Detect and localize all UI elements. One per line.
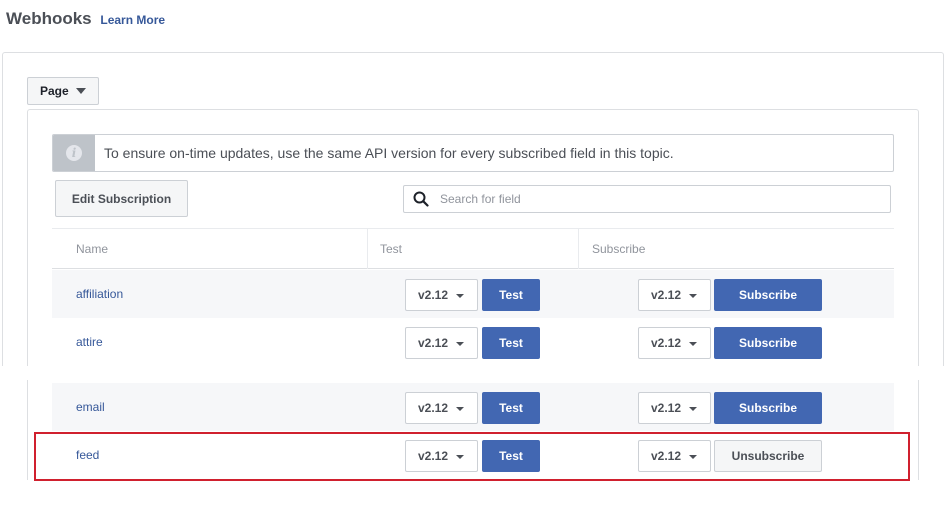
caret-down-icon <box>75 88 86 94</box>
subscribe-version-dropdown[interactable]: v2.12 <box>638 279 711 311</box>
learn-more-link[interactable]: Learn More <box>100 13 165 27</box>
subscribe-button[interactable]: Subscribe <box>714 392 822 424</box>
topic-dropdown[interactable]: Page <box>27 77 99 105</box>
subscribe-version-value: v2.12 <box>651 401 682 415</box>
search-input[interactable] <box>438 192 878 206</box>
column-header-subscribe: Subscribe <box>592 242 646 256</box>
column-header-test: Test <box>380 242 403 256</box>
test-version-dropdown[interactable]: v2.12 <box>405 392 478 424</box>
subscribe-version-dropdown[interactable]: v2.12 <box>638 392 711 424</box>
table-row: attire v2.12 Test v2.12 Subscribe <box>52 318 894 366</box>
field-name-link[interactable]: email <box>76 383 105 431</box>
page-header: Webhooks Learn More <box>6 9 165 29</box>
field-name-link[interactable]: affiliation <box>76 270 123 318</box>
caret-down-icon <box>689 293 698 298</box>
page-title: Webhooks <box>6 9 92 28</box>
topic-dropdown-value: Page <box>40 84 69 98</box>
panel-border <box>27 380 28 480</box>
caret-down-icon <box>689 406 698 411</box>
column-divider <box>367 229 368 269</box>
test-version-value: v2.12 <box>418 336 449 350</box>
table-row: affiliation v2.12 Test v2.12 Subscribe <box>52 270 894 318</box>
version-notice: i To ensure on-time updates, use the sam… <box>52 134 894 172</box>
subscribe-version-dropdown[interactable]: v2.12 <box>638 327 711 359</box>
notice-text: To ensure on-time updates, use the same … <box>104 145 674 161</box>
panel-border <box>918 380 919 480</box>
highlight-outline <box>34 432 910 481</box>
subscribe-version-value: v2.12 <box>651 336 682 350</box>
test-button[interactable]: Test <box>482 392 540 424</box>
caret-down-icon <box>456 406 465 411</box>
test-button[interactable]: Test <box>482 279 540 311</box>
test-version-dropdown[interactable]: v2.12 <box>405 327 478 359</box>
search-icon <box>404 186 438 212</box>
column-divider <box>578 229 579 269</box>
field-search[interactable] <box>403 185 891 213</box>
table-header: Name Test Subscribe <box>52 228 894 269</box>
info-icon: i <box>66 145 82 161</box>
column-header-name: Name <box>76 242 109 256</box>
caret-down-icon <box>456 293 465 298</box>
field-name-link[interactable]: attire <box>76 318 103 366</box>
test-version-value: v2.12 <box>418 401 449 415</box>
test-button[interactable]: Test <box>482 327 540 359</box>
caret-down-icon <box>689 341 698 346</box>
caret-down-icon <box>456 341 465 346</box>
edit-subscription-button[interactable]: Edit Subscription <box>55 180 188 217</box>
cropped-gap <box>0 366 949 380</box>
subscribe-button[interactable]: Subscribe <box>714 279 822 311</box>
table-row: email v2.12 Test v2.12 Subscribe <box>52 383 894 431</box>
subscribe-button[interactable]: Subscribe <box>714 327 822 359</box>
subscribe-version-value: v2.12 <box>651 288 682 302</box>
test-version-value: v2.12 <box>418 288 449 302</box>
notice-icon-box: i <box>53 135 95 171</box>
test-version-dropdown[interactable]: v2.12 <box>405 279 478 311</box>
